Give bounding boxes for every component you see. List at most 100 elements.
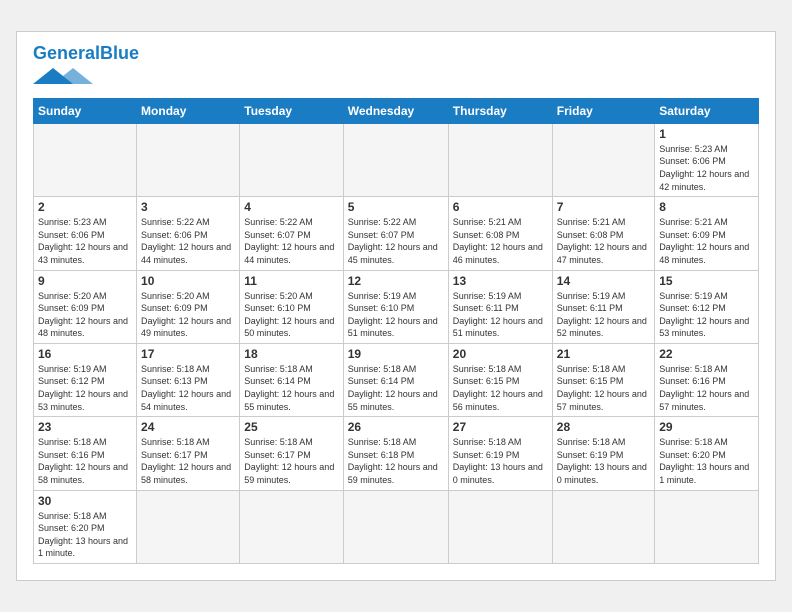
week-row-2: 9 Sunrise: 5:20 AM Sunset: 6:09 PM Daylig… (34, 270, 759, 343)
logo-text: GeneralBlue (33, 44, 139, 64)
day-info: Sunrise: 5:18 AM Sunset: 6:16 PM Dayligh… (659, 363, 754, 413)
day-cell: 18 Sunrise: 5:18 AM Sunset: 6:14 PM Dayli… (240, 343, 343, 416)
logo: GeneralBlue (33, 44, 139, 88)
day-info: Sunrise: 5:23 AM Sunset: 6:06 PM Dayligh… (38, 216, 132, 266)
logo-icon (33, 66, 93, 88)
day-number: 2 (38, 200, 132, 214)
day-cell: 19Sunrise: 5:18 AM Sunset: 6:14 PM Dayli… (343, 343, 448, 416)
day-info: Sunrise: 5:18 AM Sunset: 6:19 PM Dayligh… (453, 436, 548, 486)
day-info: Sunrise: 5:19 AM Sunset: 6:11 PM Dayligh… (453, 290, 548, 340)
day-info: Sunrise: 5:20 AM Sunset: 6:09 PM Dayligh… (141, 290, 235, 340)
day-info: Sunrise: 5:22 AM Sunset: 6:07 PM Dayligh… (244, 216, 338, 266)
day-number: 7 (557, 200, 650, 214)
day-number: 12 (348, 274, 444, 288)
day-cell: 26Sunrise: 5:18 AM Sunset: 6:18 PM Dayli… (343, 417, 448, 490)
day-cell (343, 123, 448, 196)
day-cell: 6 Sunrise: 5:21 AM Sunset: 6:08 PM Daylig… (448, 197, 552, 270)
day-info: Sunrise: 5:18 AM Sunset: 6:14 PM Dayligh… (348, 363, 444, 413)
day-cell (34, 123, 137, 196)
day-header-saturday: Saturday (655, 98, 759, 123)
day-cell: 4 Sunrise: 5:22 AM Sunset: 6:07 PM Daylig… (240, 197, 343, 270)
day-info: Sunrise: 5:18 AM Sunset: 6:15 PM Dayligh… (453, 363, 548, 413)
day-number: 22 (659, 347, 754, 361)
day-cell: 7 Sunrise: 5:21 AM Sunset: 6:08 PM Daylig… (552, 197, 654, 270)
day-number: 4 (244, 200, 338, 214)
day-info: Sunrise: 5:18 AM Sunset: 6:20 PM Dayligh… (38, 510, 132, 560)
day-cell: 25 Sunrise: 5:18 AM Sunset: 6:17 PM Dayli… (240, 417, 343, 490)
day-header-tuesday: Tuesday (240, 98, 343, 123)
day-number: 24 (141, 420, 235, 434)
day-info: Sunrise: 5:18 AM Sunset: 6:17 PM Dayligh… (244, 436, 338, 486)
week-row-0: 1 Sunrise: 5:23 AM Sunset: 6:06 PM Daylig… (34, 123, 759, 196)
day-number: 1 (659, 127, 754, 141)
day-cell: 20 Sunrise: 5:18 AM Sunset: 6:15 PM Dayli… (448, 343, 552, 416)
day-cell: 3Sunrise: 5:22 AM Sunset: 6:06 PM Daylig… (137, 197, 240, 270)
day-number: 18 (244, 347, 338, 361)
day-cell: 23 Sunrise: 5:18 AM Sunset: 6:16 PM Dayli… (34, 417, 137, 490)
day-info: Sunrise: 5:22 AM Sunset: 6:06 PM Dayligh… (141, 216, 235, 266)
day-info: Sunrise: 5:23 AM Sunset: 6:06 PM Dayligh… (659, 143, 754, 193)
day-info: Sunrise: 5:18 AM Sunset: 6:14 PM Dayligh… (244, 363, 338, 413)
day-info: Sunrise: 5:18 AM Sunset: 6:13 PM Dayligh… (141, 363, 235, 413)
day-number: 14 (557, 274, 650, 288)
day-number: 28 (557, 420, 650, 434)
day-cell: 8 Sunrise: 5:21 AM Sunset: 6:09 PM Daylig… (655, 197, 759, 270)
day-info: Sunrise: 5:18 AM Sunset: 6:16 PM Dayligh… (38, 436, 132, 486)
day-number: 6 (453, 200, 548, 214)
day-number: 25 (244, 420, 338, 434)
day-info: Sunrise: 5:19 AM Sunset: 6:10 PM Dayligh… (348, 290, 444, 340)
day-cell: 27Sunrise: 5:18 AM Sunset: 6:19 PM Dayli… (448, 417, 552, 490)
week-row-4: 23 Sunrise: 5:18 AM Sunset: 6:16 PM Dayli… (34, 417, 759, 490)
day-cell: 17Sunrise: 5:18 AM Sunset: 6:13 PM Dayli… (137, 343, 240, 416)
day-cell: 1 Sunrise: 5:23 AM Sunset: 6:06 PM Daylig… (655, 123, 759, 196)
day-cell: 21Sunrise: 5:18 AM Sunset: 6:15 PM Dayli… (552, 343, 654, 416)
day-number: 16 (38, 347, 132, 361)
day-info: Sunrise: 5:21 AM Sunset: 6:09 PM Dayligh… (659, 216, 754, 266)
day-header-wednesday: Wednesday (343, 98, 448, 123)
day-info: Sunrise: 5:19 AM Sunset: 6:12 PM Dayligh… (659, 290, 754, 340)
day-info: Sunrise: 5:21 AM Sunset: 6:08 PM Dayligh… (557, 216, 650, 266)
day-info: Sunrise: 5:18 AM Sunset: 6:15 PM Dayligh… (557, 363, 650, 413)
day-cell: 16 Sunrise: 5:19 AM Sunset: 6:12 PM Dayli… (34, 343, 137, 416)
day-cell (137, 490, 240, 563)
day-cell (552, 490, 654, 563)
day-cell (448, 490, 552, 563)
day-info: Sunrise: 5:18 AM Sunset: 6:18 PM Dayligh… (348, 436, 444, 486)
day-number: 9 (38, 274, 132, 288)
day-cell: 12 Sunrise: 5:19 AM Sunset: 6:10 PM Dayli… (343, 270, 448, 343)
day-info: Sunrise: 5:22 AM Sunset: 6:07 PM Dayligh… (348, 216, 444, 266)
day-number: 15 (659, 274, 754, 288)
day-header-thursday: Thursday (448, 98, 552, 123)
day-cell: 24 Sunrise: 5:18 AM Sunset: 6:17 PM Dayli… (137, 417, 240, 490)
day-cell (240, 490, 343, 563)
day-number: 8 (659, 200, 754, 214)
day-info: Sunrise: 5:18 AM Sunset: 6:17 PM Dayligh… (141, 436, 235, 486)
day-number: 30 (38, 494, 132, 508)
days-header-row: SundayMondayTuesdayWednesdayThursdayFrid… (34, 98, 759, 123)
day-info: Sunrise: 5:20 AM Sunset: 6:10 PM Dayligh… (244, 290, 338, 340)
day-header-monday: Monday (137, 98, 240, 123)
day-cell: 9 Sunrise: 5:20 AM Sunset: 6:09 PM Daylig… (34, 270, 137, 343)
day-number: 11 (244, 274, 338, 288)
week-row-5: 30 Sunrise: 5:18 AM Sunset: 6:20 PM Dayli… (34, 490, 759, 563)
day-number: 5 (348, 200, 444, 214)
day-cell: 11 Sunrise: 5:20 AM Sunset: 6:10 PM Dayli… (240, 270, 343, 343)
day-cell: 10Sunrise: 5:20 AM Sunset: 6:09 PM Dayli… (137, 270, 240, 343)
day-info: Sunrise: 5:19 AM Sunset: 6:12 PM Dayligh… (38, 363, 132, 413)
day-cell (655, 490, 759, 563)
day-info: Sunrise: 5:20 AM Sunset: 6:09 PM Dayligh… (38, 290, 132, 340)
day-info: Sunrise: 5:21 AM Sunset: 6:08 PM Dayligh… (453, 216, 548, 266)
calendar-header: GeneralBlue (33, 44, 759, 88)
day-header-sunday: Sunday (34, 98, 137, 123)
day-number: 29 (659, 420, 754, 434)
day-info: Sunrise: 5:19 AM Sunset: 6:11 PM Dayligh… (557, 290, 650, 340)
day-number: 23 (38, 420, 132, 434)
day-cell: 29Sunrise: 5:18 AM Sunset: 6:20 PM Dayli… (655, 417, 759, 490)
day-cell: 14 Sunrise: 5:19 AM Sunset: 6:11 PM Dayli… (552, 270, 654, 343)
calendar-container: GeneralBlue SundayMondayTuesdayWednesday… (16, 31, 776, 581)
day-number: 20 (453, 347, 548, 361)
day-header-friday: Friday (552, 98, 654, 123)
logo-general: General (33, 43, 100, 63)
day-cell (343, 490, 448, 563)
week-row-1: 2 Sunrise: 5:23 AM Sunset: 6:06 PM Daylig… (34, 197, 759, 270)
